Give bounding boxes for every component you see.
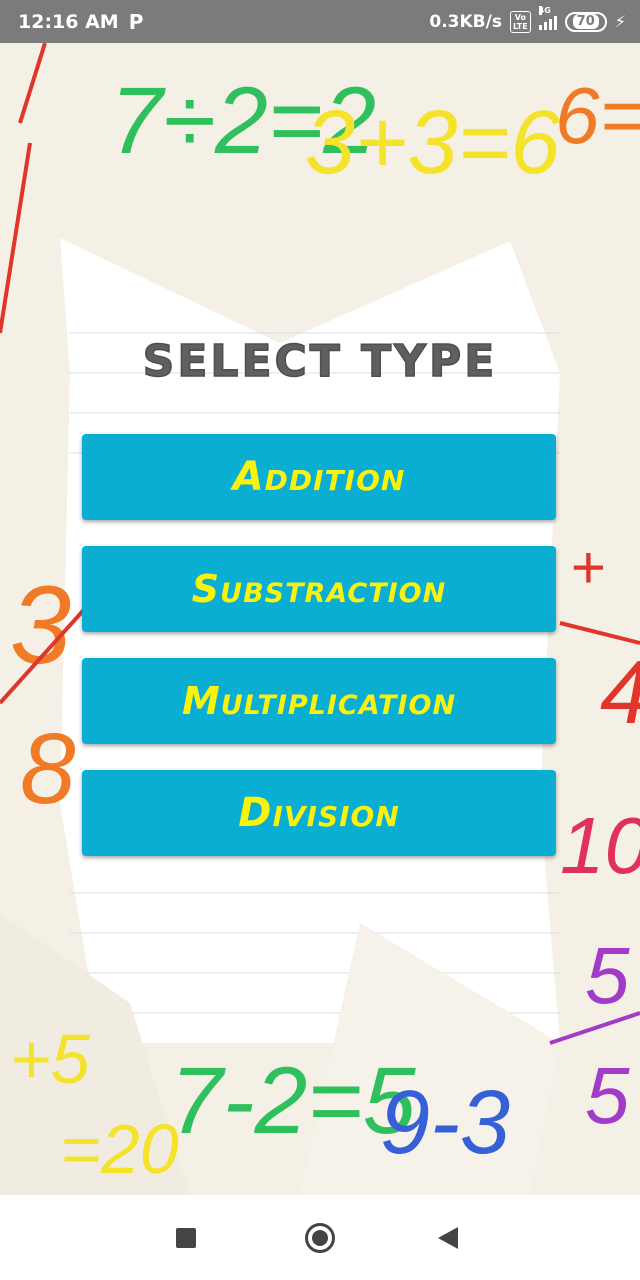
svg-text:+: +: [570, 534, 605, 601]
volte-icon: Vo LTE: [509, 10, 531, 33]
page-title: SELECT TYPE: [142, 335, 498, 388]
charging-icon: ⚡: [614, 12, 626, 31]
battery-level: 70: [572, 13, 599, 29]
multiplication-button[interactable]: Multiplication: [82, 658, 556, 744]
home-circle-icon[interactable]: [305, 1223, 335, 1253]
division-button[interactable]: Division: [82, 770, 556, 856]
notification-p-icon: P: [128, 9, 144, 34]
svg-text:+5: +5: [10, 1020, 91, 1098]
svg-text:3: 3: [10, 564, 71, 687]
svg-text:4: 4: [600, 643, 640, 743]
signal-icon: 4G: [538, 5, 557, 30]
svg-text:8: 8: [20, 713, 76, 825]
svg-text:9-3: 9-3: [380, 1073, 510, 1173]
network-type: 4G: [538, 5, 551, 15]
addition-button[interactable]: Addition: [82, 434, 556, 520]
navigation-bar: [0, 1195, 640, 1280]
svg-text:5: 5: [585, 1051, 630, 1140]
net-speed: 0.3KB/s: [429, 11, 502, 32]
recents-square-icon[interactable]: [176, 1228, 196, 1248]
svg-text:6=: 6=: [555, 71, 640, 160]
status-bar: 12:16 AM P 0.3KB/s Vo LTE 4G 70 ⚡: [0, 0, 640, 43]
svg-text:5: 5: [585, 931, 630, 1020]
status-time: 12:16 AM: [18, 10, 119, 33]
back-triangle-icon[interactable]: [438, 1227, 458, 1249]
svg-text:3+3=6: 3+3=6: [305, 93, 561, 193]
subtraction-button[interactable]: Substraction: [82, 546, 556, 632]
svg-text:=20: =20: [60, 1110, 179, 1188]
svg-text:10: 10: [560, 801, 640, 890]
battery-icon: 70: [564, 11, 607, 32]
